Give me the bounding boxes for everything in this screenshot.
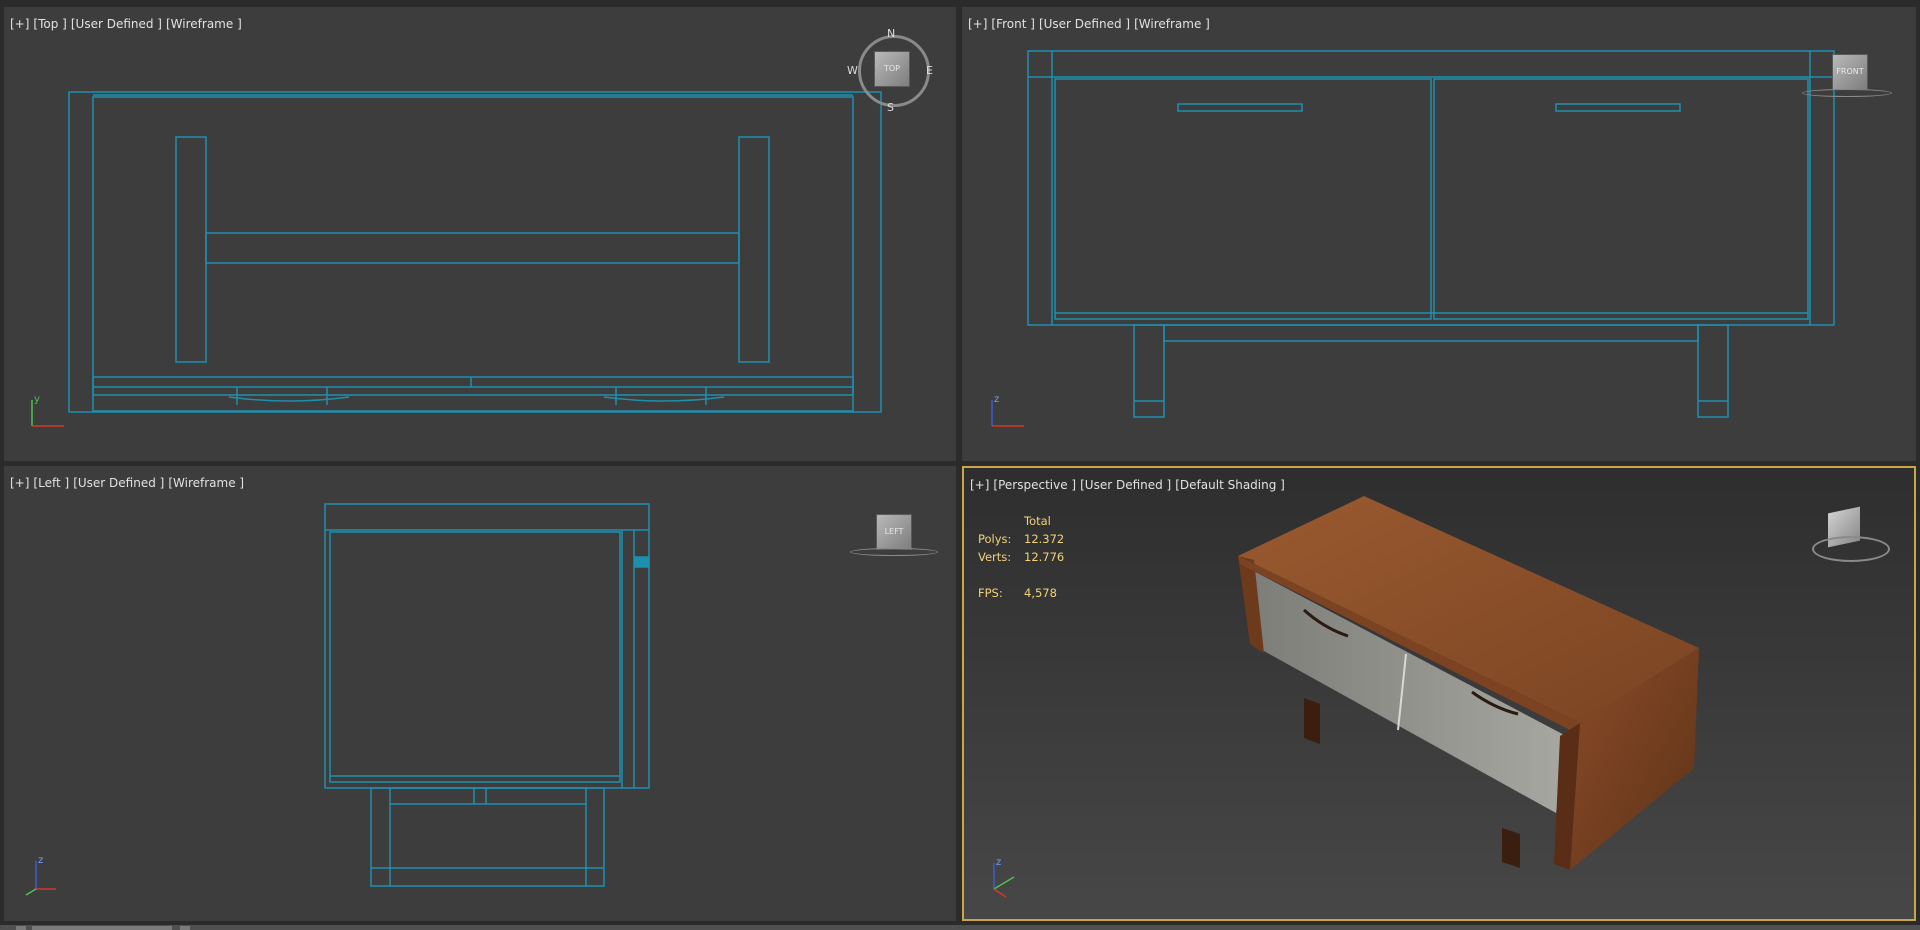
view-cube-ring[interactable] [850,548,938,556]
view-cube-ring[interactable] [1802,89,1892,97]
compass-north: N [887,27,896,40]
axis-y-label: y [34,394,40,405]
wireframe-front [1027,50,1835,418]
shaded-cabinet-model[interactable] [964,468,1914,919]
compass-south: S [887,101,894,114]
time-slider-handle[interactable] [16,926,26,930]
axis-tripod-icon: y [31,394,64,427]
axis-z-label: z [38,855,43,866]
viewport-perspective[interactable]: [+] [Perspective ] [User Defined ] [Defa… [962,466,1916,921]
axis-tripod-icon: z [25,855,56,896]
wireframe-left [324,503,650,887]
axis-z-label: z [996,857,1001,868]
view-cube[interactable]: FRONT [1832,54,1868,90]
axis-z-label: z [994,394,999,405]
compass-west: W [847,64,858,77]
wireframe-top [68,91,882,413]
time-slider-strip[interactable] [0,925,1920,930]
axis-tripod-icon: z [991,394,1024,427]
axis-tripod-icon: z [993,857,1015,898]
compass-east: E [926,64,933,77]
viewport-left[interactable]: [+] [Left ] [User Defined ] [Wireframe ]… [4,466,956,921]
view-cube[interactable]: TOP [874,51,910,87]
view-cube-ring[interactable] [1812,536,1890,562]
viewport-front[interactable]: [+] [Front ] [User Defined ] [Wireframe … [962,7,1916,461]
viewport-top[interactable]: [+] [Top ] [User Defined ] [Wireframe ] … [4,7,956,461]
view-cube[interactable]: LEFT [876,514,912,550]
time-slider-bar[interactable] [32,926,172,930]
time-slider-end[interactable] [180,926,190,930]
